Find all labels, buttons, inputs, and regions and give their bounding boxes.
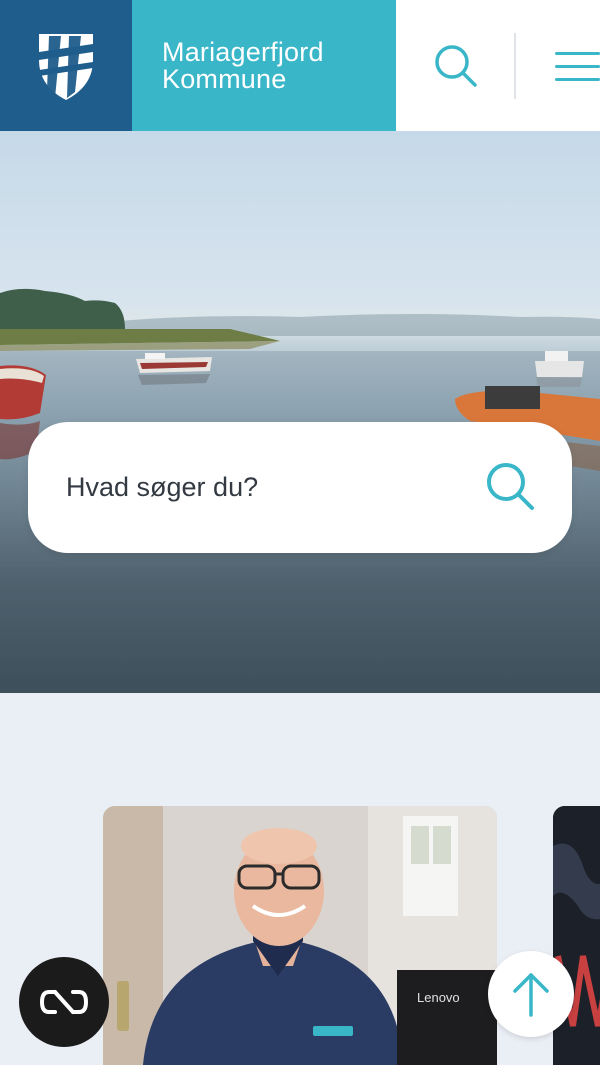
monitor-brand-label: Lenovo [417, 990, 460, 1005]
news-card[interactable]: Lenovo [103, 806, 497, 1065]
hero-search-box[interactable]: Hvad søger du? [28, 422, 572, 553]
hero-image [0, 131, 600, 693]
search-input[interactable]: Hvad søger du? [66, 472, 258, 503]
header-divider [514, 33, 516, 99]
search-icon [487, 463, 534, 510]
news-card-next[interactable] [553, 806, 600, 1065]
logo-link[interactable] [0, 0, 132, 131]
header-search-button[interactable] [426, 36, 486, 96]
search-icon [435, 45, 477, 87]
menu-button[interactable] [548, 42, 600, 90]
accessibility-toggle-button[interactable] [19, 957, 109, 1047]
brand-name-line1: Mariagerfjord [162, 36, 324, 67]
brand-name-line2: Kommune [162, 63, 287, 94]
site-header: Mariagerfjord Kommune [0, 0, 600, 131]
staff-photo [103, 806, 497, 1065]
hamburger-menu-icon [555, 52, 600, 55]
municipality-shield-logo-icon [39, 33, 93, 100]
arrow-up-icon [513, 973, 549, 1017]
event-poster [553, 806, 600, 1065]
hamburger-menu-bar [555, 65, 600, 68]
fjord-landscape [0, 288, 600, 693]
hero-search-button[interactable] [484, 460, 540, 516]
hamburger-menu-bar [555, 78, 600, 81]
scroll-to-top-button[interactable] [488, 951, 574, 1037]
accessibility-toggle-icon [39, 990, 89, 1014]
brand-name[interactable]: Mariagerfjord Kommune [132, 0, 396, 131]
